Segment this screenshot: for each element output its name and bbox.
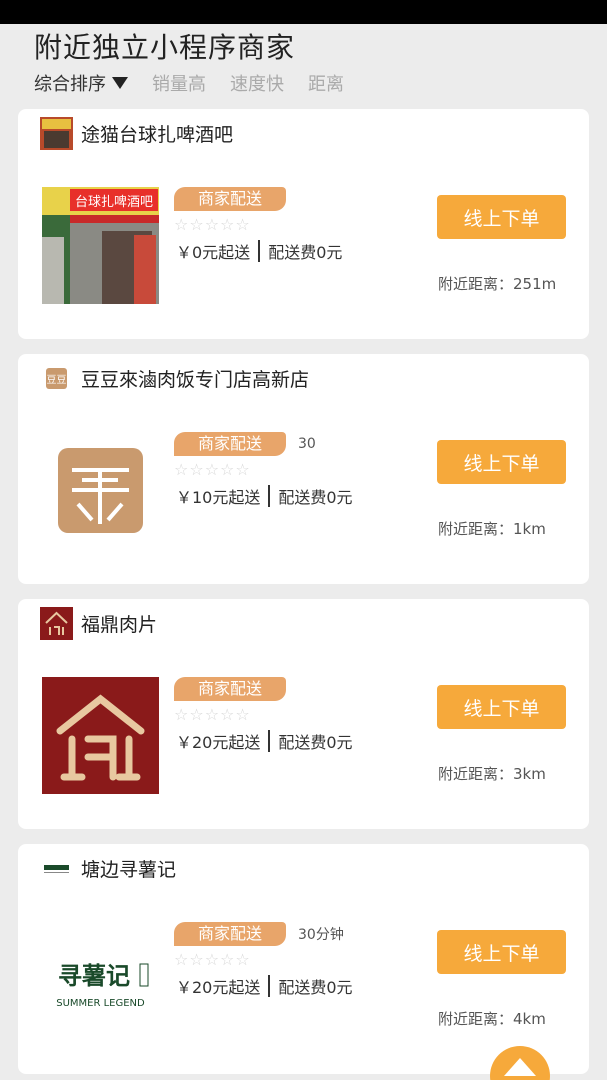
delivery-tag: 商家配送 <box>174 187 287 211</box>
shop-header: 福鼎肉片 <box>40 607 157 640</box>
shop-name: 途猫台球扎啤酒吧 <box>81 124 234 146</box>
page-title: 附近独立小程序商家 <box>34 31 296 64</box>
price-row: ￥20元起送 配送费0元 <box>176 729 353 753</box>
shop-card[interactable]: 福鼎肉片 商家配送 ☆☆☆☆☆ ￥20元起送 配送费0元 线上下单 附近距离：3… <box>18 599 589 829</box>
divider <box>258 240 261 262</box>
shop-logo-seal <box>42 432 159 549</box>
delivery-time: 30 <box>298 436 316 452</box>
divider <box>268 975 271 997</box>
shop-header: 豆豆 豆豆來滷肉饭专门店高新店 <box>40 362 309 395</box>
dropdown-triangle-icon <box>112 77 128 89</box>
divider <box>268 730 271 752</box>
shop-card[interactable]: 塘边寻薯记 寻薯记 SUMMER LEGEND 商家配送 30分钟 ☆☆☆☆☆ … <box>18 844 589 1074</box>
sort-bar: 综合排序 销量高 速度快 距离 <box>34 70 368 96</box>
distance: 附近距离：3km <box>438 765 546 783</box>
svg-text:寻薯记: 寻薯记 <box>58 962 130 990</box>
tag-row: 商家配送 30分钟 <box>174 922 344 946</box>
distance: 附近距离：4km <box>438 1010 546 1028</box>
order-online-button[interactable]: 线上下单 <box>437 195 566 239</box>
delivery-fee: 配送费0元 <box>278 978 353 997</box>
shop-name: 豆豆來滷肉饭专门店高新店 <box>81 369 310 391</box>
delivery-fee: 配送费0元 <box>278 733 353 752</box>
delivery-tag: 商家配送 <box>174 432 287 456</box>
divider <box>268 485 271 507</box>
delivery-fee: 配送费0元 <box>278 488 353 507</box>
delivery-fee: 配送费0元 <box>268 243 343 262</box>
price-row: ￥20元起送 配送费0元 <box>176 974 353 998</box>
delivery-tag: 商家配送 <box>174 677 287 701</box>
shop-header: 塘边寻薯记 <box>40 852 176 885</box>
tag-row: 商家配送 <box>174 187 287 211</box>
shop-card[interactable]: 豆豆 豆豆來滷肉饭专门店高新店 商家配送 30 ☆☆☆☆☆ ￥10元起送 配送费… <box>18 354 589 584</box>
rating-stars: ☆☆☆☆☆ <box>174 460 251 479</box>
shop-card[interactable]: 途猫台球扎啤酒吧 台球扎啤酒吧 商家配送 ☆☆☆☆☆ ￥0元起送 配送费0元 线… <box>18 109 589 339</box>
rating-stars: ☆☆☆☆☆ <box>174 215 251 234</box>
distance: 附近距离：1km <box>438 520 546 538</box>
shop-logo: 寻薯记 SUMMER LEGEND <box>42 922 159 1039</box>
delivery-time: 30分钟 <box>298 927 344 943</box>
price-row: ￥0元起送 配送费0元 <box>176 239 342 263</box>
min-order: ￥10元起送 <box>176 488 261 507</box>
shop-logo <box>42 677 159 794</box>
delivery-tag: 商家配送 <box>174 922 287 946</box>
svg-text:台球扎啤酒吧: 台球扎啤酒吧 <box>75 195 153 210</box>
shop-name: 塘边寻薯记 <box>81 859 177 881</box>
svg-text:SUMMER LEGEND: SUMMER LEGEND <box>56 998 145 1009</box>
shop-logo-small <box>40 117 73 150</box>
shop-logo-small <box>40 607 73 640</box>
rating-stars: ☆☆☆☆☆ <box>174 705 251 724</box>
min-order: ￥0元起送 <box>176 243 251 262</box>
status-bar <box>0 0 607 24</box>
distance: 附近距离：251m <box>438 275 557 293</box>
shop-photo: 台球扎啤酒吧 <box>42 187 159 304</box>
price-row: ￥10元起送 配送费0元 <box>176 484 353 508</box>
rating-stars: ☆☆☆☆☆ <box>174 950 251 969</box>
shop-logo-small: 豆豆 <box>40 362 73 395</box>
shop-name: 福鼎肉片 <box>81 614 158 636</box>
order-online-button[interactable]: 线上下单 <box>437 685 566 729</box>
min-order: ￥20元起送 <box>176 733 261 752</box>
sort-distance[interactable]: 距离 <box>308 70 344 96</box>
sort-speed[interactable]: 速度快 <box>230 70 284 96</box>
sort-sales[interactable]: 销量高 <box>152 70 206 96</box>
order-online-button[interactable]: 线上下单 <box>437 440 566 484</box>
order-online-button[interactable]: 线上下单 <box>437 930 566 974</box>
sort-comprehensive-label: 综合排序 <box>34 74 106 95</box>
svg-text:豆豆: 豆豆 <box>47 374 67 386</box>
sort-comprehensive[interactable]: 综合排序 <box>34 70 128 96</box>
tag-row: 商家配送 <box>174 677 287 701</box>
shop-header: 途猫台球扎啤酒吧 <box>40 117 233 150</box>
tag-row: 商家配送 30 <box>174 432 316 456</box>
shop-logo-small <box>40 852 73 885</box>
min-order: ￥20元起送 <box>176 978 261 997</box>
